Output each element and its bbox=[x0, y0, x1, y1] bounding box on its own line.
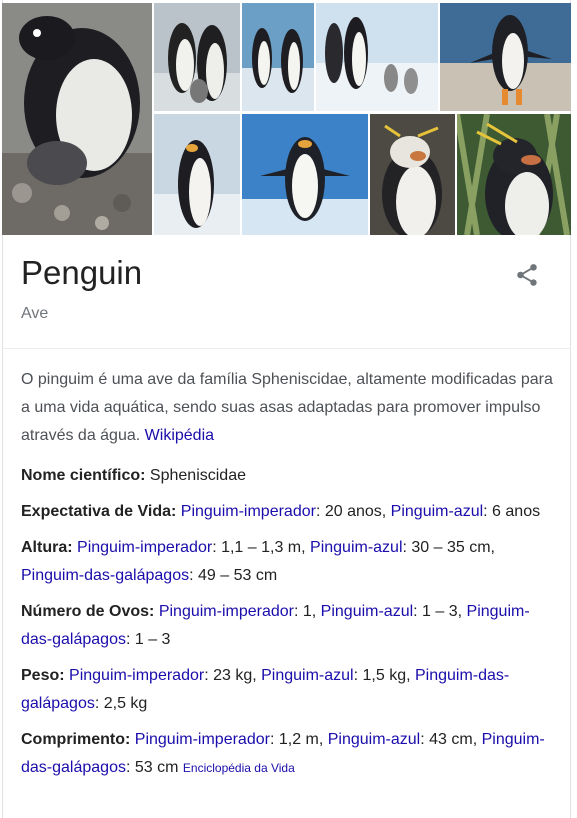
fact-label: Número de Ovos: bbox=[21, 603, 155, 620]
link-pinguim-das-galapagos[interactable]: Pinguim-das-galápagos bbox=[21, 567, 189, 584]
image-gallery bbox=[2, 3, 571, 235]
description-text: O pinguim é uma ave da família Sphenisci… bbox=[21, 371, 553, 444]
wikipedia-link[interactable]: Wikipédia bbox=[145, 427, 214, 444]
gallery-image-5[interactable] bbox=[440, 3, 571, 111]
gallery-image-7[interactable] bbox=[242, 114, 368, 235]
link-pinguim-azul[interactable]: Pinguim-azul bbox=[261, 667, 353, 684]
fact-height: Altura: Pinguim-imperador: 1,1 – 1,3 m, … bbox=[21, 534, 555, 590]
fact-value: : 1 – 3, bbox=[413, 603, 467, 620]
gallery-image-6[interactable] bbox=[154, 114, 240, 235]
entity-header: Penguin Ave bbox=[21, 253, 142, 323]
encyclopedia-of-life-link[interactable]: Enciclopédia da Vida bbox=[183, 761, 295, 775]
link-pinguim-imperador[interactable]: Pinguim-imperador bbox=[181, 503, 316, 520]
link-pinguim-azul[interactable]: Pinguim-azul bbox=[391, 503, 483, 520]
gallery-image-1[interactable] bbox=[2, 3, 152, 235]
fact-value: : 1,1 – 1,3 m, bbox=[212, 539, 311, 556]
fact-weight: Peso: Pinguim-imperador: 23 kg, Pinguim-… bbox=[21, 662, 555, 718]
fact-value: : 1, bbox=[293, 603, 321, 620]
description: O pinguim é uma ave da família Sphenisci… bbox=[21, 366, 555, 450]
link-pinguim-imperador[interactable]: Pinguim-imperador bbox=[159, 603, 294, 620]
fact-value: : 30 – 35 cm, bbox=[402, 539, 496, 556]
fact-value: : 2,5 kg bbox=[94, 695, 148, 712]
share-icon bbox=[517, 264, 537, 286]
fact-value: : 53 cm bbox=[125, 759, 179, 776]
fact-length: Comprimento: Pinguim-imperador: 1,2 m, P… bbox=[21, 726, 555, 782]
link-pinguim-azul[interactable]: Pinguim-azul bbox=[310, 539, 402, 556]
fact-value: : 6 anos bbox=[483, 503, 541, 520]
fact-scientific-name: Nome científico: Spheniscidae bbox=[21, 462, 555, 490]
fact-eggs: Número de Ovos: Pinguim-imperador: 1, Pi… bbox=[21, 598, 555, 654]
fact-label: Expectativa de Vida: bbox=[21, 503, 177, 520]
fact-value: Spheniscidae bbox=[149, 467, 246, 484]
fact-value: : 49 – 53 cm bbox=[189, 567, 278, 584]
fact-value: : 23 kg, bbox=[204, 667, 262, 684]
fact-label: Comprimento: bbox=[21, 731, 131, 748]
fact-label: Nome científico: bbox=[21, 467, 146, 484]
fact-label: Altura: bbox=[21, 539, 73, 556]
fact-value: : 43 cm, bbox=[420, 731, 482, 748]
fact-value: : 1 – 3 bbox=[125, 631, 171, 648]
fact-lifespan: Expectativa de Vida: Pinguim-imperador: … bbox=[21, 498, 555, 526]
gallery-image-4[interactable] bbox=[316, 3, 438, 111]
fact-value: : 20 anos, bbox=[315, 503, 391, 520]
entity-subtitle: Ave bbox=[21, 305, 49, 322]
section-divider bbox=[2, 348, 571, 349]
gallery-image-9[interactable] bbox=[457, 114, 571, 235]
panel-content: O pinguim é uma ave da família Sphenisci… bbox=[21, 366, 555, 790]
share-button[interactable] bbox=[514, 262, 540, 288]
link-pinguim-imperador[interactable]: Pinguim-imperador bbox=[135, 731, 270, 748]
fact-value: : 1,5 kg, bbox=[353, 667, 415, 684]
link-pinguim-imperador[interactable]: Pinguim-imperador bbox=[69, 667, 204, 684]
fact-label: Peso: bbox=[21, 667, 65, 684]
gallery-image-8[interactable] bbox=[370, 114, 455, 235]
gallery-image-2[interactable] bbox=[154, 3, 240, 111]
link-pinguim-azul[interactable]: Pinguim-azul bbox=[321, 603, 413, 620]
link-pinguim-azul[interactable]: Pinguim-azul bbox=[328, 731, 420, 748]
link-pinguim-imperador[interactable]: Pinguim-imperador bbox=[77, 539, 212, 556]
gallery-image-3[interactable] bbox=[242, 3, 314, 111]
entity-title: Penguin bbox=[21, 254, 143, 291]
fact-value: : 1,2 m, bbox=[269, 731, 328, 748]
